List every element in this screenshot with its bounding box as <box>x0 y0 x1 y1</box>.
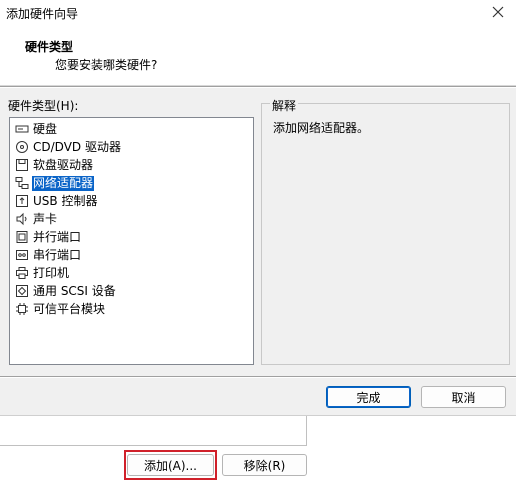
hard-disk-icon <box>15 122 29 136</box>
list-item-label: 声卡 <box>33 211 58 226</box>
list-item-hard-disk[interactable]: 硬盘 <box>10 120 253 138</box>
speaker-icon <box>15 212 29 226</box>
window-title: 添加硬件向导 <box>6 6 79 21</box>
hardware-type-label: 硬件类型(H): <box>8 99 79 113</box>
floppy-icon <box>15 158 29 172</box>
usb-icon <box>15 194 29 208</box>
printer-icon <box>15 266 29 280</box>
list-item-label: CD/DVD 驱动器 <box>33 139 121 154</box>
background-device-list <box>0 416 307 446</box>
list-item-scsi[interactable]: 通用 SCSI 设备 <box>10 282 253 300</box>
close-icon[interactable] <box>490 4 506 20</box>
list-item-floppy[interactable]: 软盘驱动器 <box>10 156 253 174</box>
list-item-usb[interactable]: USB 控制器 <box>10 192 253 210</box>
parallel-port-icon <box>15 230 29 244</box>
list-item-tpm[interactable]: 可信平台模块 <box>10 300 253 318</box>
cd-dvd-icon <box>15 140 29 154</box>
title-bar: 添加硬件向导 <box>0 0 516 26</box>
list-item-label: 并行端口 <box>33 229 82 244</box>
list-item-network-adapter[interactable]: 网络适配器 <box>10 174 253 192</box>
scsi-icon <box>15 284 29 298</box>
explanation-text: 添加网络适配器。 <box>273 121 370 135</box>
list-item-label: 通用 SCSI 设备 <box>33 283 116 298</box>
list-item-sound-card[interactable]: 声卡 <box>10 210 253 228</box>
list-item-label: 软盘驱动器 <box>33 157 94 172</box>
list-item-label: 串行端口 <box>33 247 82 262</box>
list-item-printer[interactable]: 打印机 <box>10 264 253 282</box>
add-hardware-wizard: 添加硬件向导 硬件类型 您要安装哪类硬件? 硬件类型(H): 硬盘 CD/DVD… <box>0 0 516 416</box>
hardware-type-list[interactable]: 硬盘 CD/DVD 驱动器 软盘驱动器 网络适配器 USB 控制器 声卡 并行端… <box>9 117 254 365</box>
tpm-chip-icon <box>15 302 29 316</box>
highlight-box <box>124 450 217 480</box>
list-item-cd-dvd[interactable]: CD/DVD 驱动器 <box>10 138 253 156</box>
explanation-legend: 解释 <box>270 97 299 114</box>
remove-button[interactable]: 移除(R) <box>222 454 307 476</box>
page-subtitle: 您要安装哪类硬件? <box>55 58 158 72</box>
footer-divider <box>0 376 516 378</box>
finish-button[interactable]: 完成 <box>326 386 411 408</box>
cancel-button[interactable]: 取消 <box>421 386 506 408</box>
list-item-label: 打印机 <box>33 265 70 280</box>
list-item-label: 可信平台模块 <box>33 301 106 316</box>
list-item-parallel-port[interactable]: 并行端口 <box>10 228 253 246</box>
explanation-group <box>261 103 510 365</box>
network-adapter-icon <box>15 176 29 190</box>
list-item-label: 网络适配器 <box>32 175 95 191</box>
wizard-header: 硬件类型 您要安装哪类硬件? <box>0 26 516 86</box>
serial-port-icon <box>15 248 29 262</box>
header-divider <box>0 86 516 88</box>
list-item-label: 硬盘 <box>33 121 58 136</box>
list-item-label: USB 控制器 <box>33 193 98 208</box>
page-title: 硬件类型 <box>25 40 74 54</box>
list-item-serial-port[interactable]: 串行端口 <box>10 246 253 264</box>
